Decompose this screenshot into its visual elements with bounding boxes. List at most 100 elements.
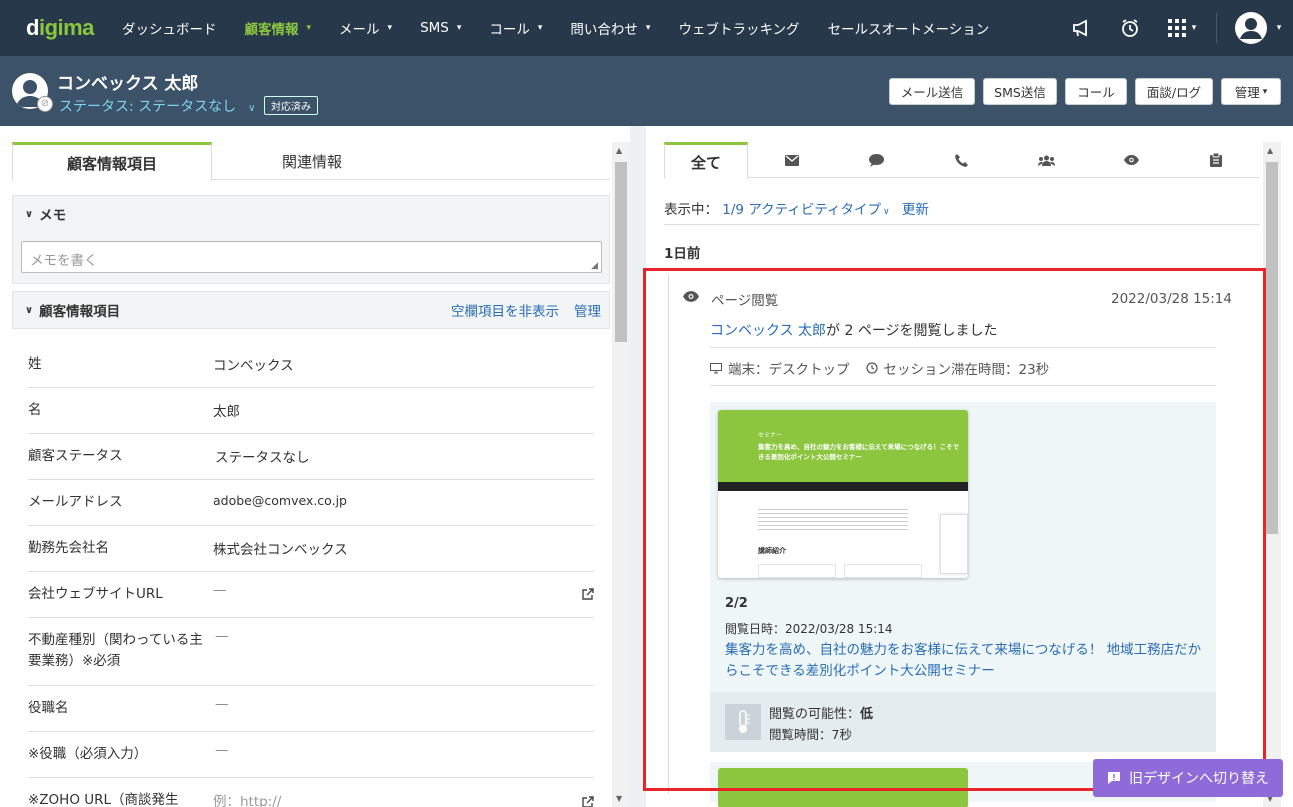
memo-title: メモ — [39, 208, 67, 224]
tab-all[interactable]: 全て — [664, 142, 748, 179]
field-row-last-name: 姓 コンベックス — [28, 342, 594, 388]
megaphone-icon[interactable] — [1058, 0, 1106, 56]
field-row-position-required: ※役職（必須入力） — — [28, 732, 594, 778]
info-section-title: 顧客情報項目 — [39, 304, 121, 320]
activity-type-tabs: 全て — [664, 142, 1260, 179]
manage-dropdown-button[interactable]: 管理 ▾ — [1221, 78, 1281, 105]
right-scrollbar[interactable]: ▲ ▼ — [1263, 142, 1281, 807]
info-section-header: ∨ 顧客情報項目 空欄項目を非表示 管理 — [12, 291, 610, 329]
external-link-icon[interactable] — [582, 588, 594, 603]
chevron-down-icon: ▾ — [456, 23, 462, 33]
page-thumbnail[interactable]: セミナー 集客力を高め、自社の魅力をお客様に伝えて来場につなげる！こそできる差別… — [718, 410, 968, 578]
send-sms-button[interactable]: SMS送信 — [983, 78, 1057, 105]
hide-empty-fields-link[interactable]: 空欄項目を非表示 — [451, 300, 559, 320]
apps-grid-icon[interactable]: ▾ — [1154, 0, 1210, 56]
nav-dashboard[interactable]: ダッシュボード — [108, 0, 231, 56]
page-visit-detail: セミナー 集客力を高め、自社の魅力をお客様に伝えて来場につなげる！こそできる差別… — [710, 402, 1216, 752]
external-link-icon[interactable] — [582, 796, 594, 807]
field-row-company: 勤務先会社名 株式会社コンベックス — [28, 526, 594, 572]
chevron-down-icon: ▾ — [537, 23, 543, 33]
day-group-header: 1日前 — [664, 246, 701, 262]
refresh-link[interactable]: 更新 — [902, 202, 929, 218]
chat-bubble-icon — [868, 153, 884, 167]
left-scrollbar-thumb[interactable] — [615, 162, 627, 342]
customer-link[interactable]: コンベックス 太郎 — [710, 323, 826, 339]
page-engagement: 閲覧の可能性：低 閲覧時間：7秒 — [710, 692, 1216, 752]
chevron-down-icon: ▾ — [1262, 86, 1268, 97]
nav-inquiry[interactable]: 問い合わせ ▾ — [556, 0, 664, 56]
nav-sales-automation[interactable]: セールスオートメーション — [814, 0, 1004, 56]
field-row-job-title: 役職名 — — [28, 686, 594, 732]
chevron-down-icon: ▾ — [306, 23, 312, 33]
user-avatar-icon — [1234, 12, 1267, 44]
customer-name: コンベックス 太郎 — [57, 74, 199, 94]
thumbnail-bar — [718, 482, 968, 491]
tab-meeting[interactable] — [1004, 142, 1088, 178]
phone-icon — [954, 153, 968, 167]
clock-icon — [865, 362, 878, 374]
field-row-customer-status: 顧客ステータス ステータスなし — [28, 434, 594, 480]
session-meta: 端末：デスクトップ セッション滞在時間：23秒 — [710, 358, 1049, 378]
divider — [664, 224, 1260, 225]
thumbnail-text-lines — [758, 506, 908, 530]
scroll-up-arrow-icon[interactable]: ▲ — [616, 146, 622, 155]
eye-icon — [683, 291, 699, 302]
alarm-clock-icon[interactable] — [1106, 0, 1154, 56]
thumbnail-sidebox — [940, 514, 968, 574]
nav-call[interactable]: コール ▾ — [475, 0, 556, 56]
activity-summary: コンベックス 太郎が 2 ページを閲覧しました — [710, 323, 998, 339]
mail-icon — [785, 154, 799, 166]
chevron-down-icon: ▾ — [387, 23, 393, 33]
page-index: 2/2 — [725, 596, 748, 611]
chevron-down-icon[interactable]: ∨ — [25, 305, 33, 316]
scroll-up-arrow-icon[interactable]: ▲ — [1267, 146, 1273, 155]
user-menu[interactable]: ▾ — [1223, 0, 1293, 56]
page-thumbnail[interactable] — [718, 768, 968, 807]
tab-mail[interactable] — [750, 142, 834, 178]
people-group-icon — [1037, 155, 1055, 166]
tab-sms[interactable] — [834, 142, 918, 178]
scroll-down-arrow-icon[interactable]: ▼ — [616, 794, 622, 803]
nav-mail[interactable]: メール ▾ — [325, 0, 406, 56]
page-title-link[interactable]: 集客力を高め、自社の魅力をお客様に伝えて来場につなげる！ 地域工務店だからこそで… — [725, 640, 1205, 682]
memo-section-header[interactable]: ∨ メモ — [12, 195, 610, 233]
field-row-email: メールアドレス adobe@comvex.co.jp — [28, 480, 594, 526]
nav-separator — [1216, 13, 1217, 43]
customer-status-dropdown[interactable]: ステータス: ステータスなし ∨ — [59, 96, 256, 116]
memo-input[interactable]: メモを書く ◢ — [21, 241, 602, 273]
nav-web-tracking[interactable]: ウェブトラッキング — [664, 0, 813, 56]
digima-logo[interactable]: digima — [26, 15, 106, 41]
field-row-website: 会社ウェブサイトURL — — [28, 572, 594, 618]
message-icon — [1108, 772, 1120, 784]
tab-page-view[interactable] — [1089, 142, 1173, 178]
divider — [710, 385, 1216, 386]
nav-sms[interactable]: SMS ▾ — [406, 0, 475, 56]
send-mail-button[interactable]: メール送信 — [889, 78, 975, 105]
status-badge: 対応済み — [264, 96, 318, 115]
switch-old-design-button[interactable]: 旧デザインへ切り替え — [1093, 759, 1283, 797]
activity-card-page-view: ページ閲覧 2022/03/28 15:14 コンベックス 太郎が 2 ページを… — [668, 274, 1244, 807]
chevron-down-icon: ▾ — [1276, 23, 1282, 33]
tab-related-info[interactable]: 関連情報 — [212, 142, 412, 180]
right-scrollbar-thumb[interactable] — [1266, 162, 1278, 534]
customer-header: ⊘ コンベックス 太郎 ステータス: ステータスなし ∨ 対応済み メール送信 S… — [0, 56, 1293, 126]
page-viewed-at: 閲覧日時：2022/03/28 15:14 — [725, 622, 893, 636]
tab-customer-fields[interactable]: 顧客情報項目 — [12, 142, 212, 181]
desktop-icon — [710, 362, 722, 373]
activity-type-label: ページ閲覧 — [711, 293, 779, 309]
tab-call[interactable] — [919, 142, 1003, 178]
eye-icon — [1123, 155, 1139, 165]
field-row-real-estate-type: 不動産種別（関わっている主要業務）※必須 — — [28, 618, 594, 686]
tab-form[interactable] — [1174, 142, 1258, 178]
left-scrollbar[interactable]: ▲ ▼ — [612, 142, 630, 807]
activity-panel: 全て 表示中： 1/9 アクティビティタイプ ∨ 更新 1日前 ページ閲覧 202… — [646, 126, 1293, 807]
divider — [710, 347, 1216, 348]
call-button[interactable]: コール — [1065, 78, 1127, 105]
activity-type-dropdown[interactable]: 1/9 アクティビティタイプ ∨ — [722, 202, 889, 218]
manage-fields-link[interactable]: 管理 — [574, 300, 601, 320]
meeting-log-button[interactable]: 面談/ログ — [1135, 78, 1213, 105]
chevron-down-icon: ▾ — [1191, 23, 1197, 33]
resize-handle-icon[interactable]: ◢ — [591, 261, 598, 271]
thumbnail-card — [844, 564, 922, 578]
nav-customer-info[interactable]: 顧客情報 ▾ — [231, 0, 326, 56]
